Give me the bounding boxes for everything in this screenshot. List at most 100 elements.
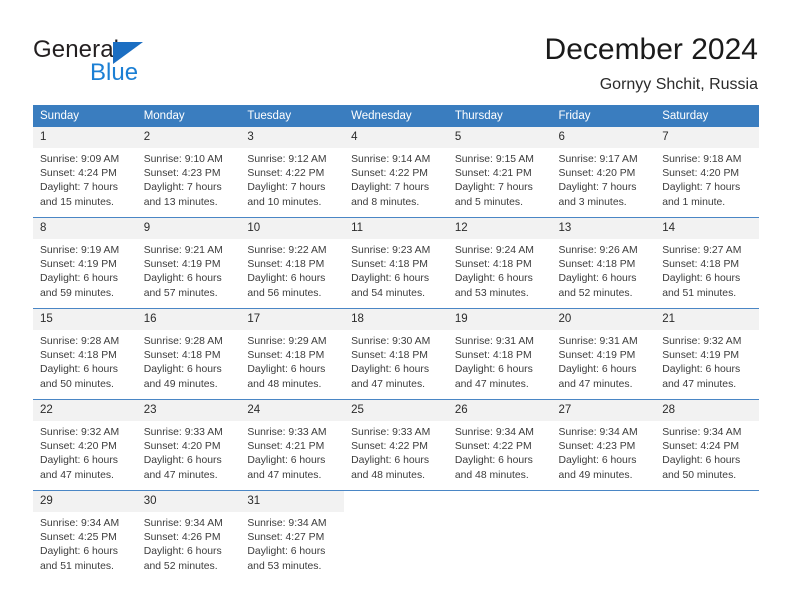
calendar-day-cell[interactable]: 30 Sunrise: 9:34 AM Sunset: 4:26 PM Dayligh… — [136, 490, 241, 581]
sunset-text: Sunset: 4:19 PM — [40, 259, 117, 271]
weekday-header-tuesday: Tuesday — [240, 105, 345, 127]
daylight-text: Daylight: 6 hours — [558, 273, 637, 285]
daylight-text-cont: and 48 minutes. — [351, 469, 426, 481]
day-cell-inner: 20 Sunrise: 9:31 AM Sunset: 4:19 PM Dayligh… — [551, 309, 656, 399]
page-subtitle-location: Gornyy Shchit, Russia — [599, 76, 758, 93]
day-cell-inner: 30 Sunrise: 9:34 AM Sunset: 4:26 PM Dayligh… — [136, 491, 241, 581]
day-details: Sunrise: 9:33 AM Sunset: 4:21 PM Daylight:… — [240, 421, 344, 483]
calendar-week-row: 15 Sunrise: 9:28 AM Sunset: 4:18 PM Dayligh… — [33, 308, 759, 400]
calendar-day-cell[interactable]: 1 Sunrise: 9:09 AM Sunset: 4:24 PM Daylight… — [33, 127, 137, 218]
calendar-day-cell[interactable]: 16 Sunrise: 9:28 AM Sunset: 4:18 PM Dayligh… — [136, 308, 241, 400]
calendar-day-cell[interactable]: 28 Sunrise: 9:34 AM Sunset: 4:24 PM Dayligh… — [655, 399, 759, 491]
calendar-day-cell[interactable]: 5 Sunrise: 9:15 AM Sunset: 4:21 PM Daylight… — [447, 127, 552, 218]
day-number: 7 — [655, 127, 759, 148]
calendar-day-cell[interactable]: 14 Sunrise: 9:27 AM Sunset: 4:18 PM Dayligh… — [655, 217, 759, 309]
sunset-text: Sunset: 4:22 PM — [351, 168, 428, 180]
day-details: Sunrise: 9:34 AM Sunset: 4:25 PM Daylight:… — [33, 512, 137, 574]
daylight-text-cont: and 47 minutes. — [662, 378, 737, 390]
day-cell-inner — [655, 491, 759, 581]
calendar-day-cell[interactable]: 10 Sunrise: 9:22 AM Sunset: 4:18 PM Dayligh… — [240, 217, 345, 309]
generalblue-logo[interactable]: General Blue — [33, 36, 213, 92]
day-cell-inner — [552, 491, 656, 581]
sunrise-text: Sunrise: 9:34 AM — [558, 427, 638, 438]
day-number: 17 — [240, 309, 345, 330]
daylight-text: Daylight: 6 hours — [247, 546, 326, 558]
day-cell-inner: 12 Sunrise: 9:24 AM Sunset: 4:18 PM Dayligh… — [447, 218, 552, 308]
calendar-day-cell[interactable]: 27 Sunrise: 9:34 AM Sunset: 4:23 PM Dayligh… — [551, 399, 656, 491]
sunset-text: Sunset: 4:18 PM — [662, 259, 740, 271]
daylight-text: Daylight: 7 hours — [351, 182, 430, 194]
sunrise-text: Sunrise: 9:14 AM — [351, 154, 431, 165]
calendar-day-cell[interactable]: 18 Sunrise: 9:30 AM Sunset: 4:18 PM Dayligh… — [344, 308, 448, 400]
calendar-day-cell[interactable]: 9 Sunrise: 9:21 AM Sunset: 4:19 PM Daylight… — [136, 217, 241, 309]
calendar-day-cell[interactable]: 24 Sunrise: 9:33 AM Sunset: 4:21 PM Dayligh… — [240, 399, 345, 491]
calendar-day-cell-empty — [655, 490, 759, 581]
daylight-text: Daylight: 7 hours — [40, 182, 118, 194]
day-details: Sunrise: 9:31 AM Sunset: 4:19 PM Daylight:… — [552, 330, 656, 392]
day-number: 6 — [551, 127, 656, 148]
sunset-text: Sunset: 4:22 PM — [351, 441, 428, 453]
calendar-day-cell[interactable]: 31 Sunrise: 9:34 AM Sunset: 4:27 PM Dayligh… — [240, 490, 345, 581]
calendar-day-cell[interactable]: 20 Sunrise: 9:31 AM Sunset: 4:19 PM Dayligh… — [551, 308, 656, 400]
sunset-text: Sunset: 4:19 PM — [558, 350, 636, 362]
day-details: Sunrise: 9:28 AM Sunset: 4:18 PM Daylight:… — [33, 330, 137, 392]
daylight-text-cont: and 47 minutes. — [143, 469, 218, 481]
calendar-day-cell[interactable]: 13 Sunrise: 9:26 AM Sunset: 4:18 PM Dayligh… — [551, 217, 656, 309]
calendar-day-cell[interactable]: 3 Sunrise: 9:12 AM Sunset: 4:22 PM Daylight… — [240, 127, 345, 218]
sunrise-text: Sunrise: 9:17 AM — [558, 154, 638, 165]
daylight-text-cont: and 48 minutes. — [247, 378, 322, 390]
sunrise-text: Sunrise: 9:27 AM — [662, 245, 742, 256]
day-number: 22 — [33, 400, 137, 421]
day-cell-inner — [344, 491, 448, 581]
day-number: 23 — [136, 400, 241, 421]
day-details: Sunrise: 9:10 AM Sunset: 4:23 PM Daylight:… — [137, 148, 241, 210]
calendar-day-cell[interactable]: 26 Sunrise: 9:34 AM Sunset: 4:22 PM Dayligh… — [447, 399, 552, 491]
daylight-text-cont: and 49 minutes. — [558, 469, 633, 481]
calendar-day-cell[interactable]: 7 Sunrise: 9:18 AM Sunset: 4:20 PM Daylight… — [655, 127, 759, 218]
daylight-text-cont: and 51 minutes. — [40, 560, 114, 572]
calendar-day-cell[interactable]: 22 Sunrise: 9:32 AM Sunset: 4:20 PM Dayligh… — [33, 399, 137, 491]
day-details: Sunrise: 9:12 AM Sunset: 4:22 PM Daylight:… — [240, 148, 344, 210]
weekday-header-thursday: Thursday — [447, 105, 552, 127]
calendar-day-cell[interactable]: 21 Sunrise: 9:32 AM Sunset: 4:19 PM Dayligh… — [655, 308, 759, 400]
day-details — [552, 512, 656, 517]
day-cell-inner: 23 Sunrise: 9:33 AM Sunset: 4:20 PM Dayligh… — [136, 400, 241, 490]
page-title: December 2024 — [544, 33, 758, 66]
sunset-text: Sunset: 4:18 PM — [351, 350, 428, 362]
calendar-day-cell[interactable]: 11 Sunrise: 9:23 AM Sunset: 4:18 PM Dayligh… — [344, 217, 448, 309]
daylight-text: Daylight: 6 hours — [247, 455, 326, 467]
day-details — [344, 512, 448, 517]
daylight-text: Daylight: 6 hours — [454, 273, 533, 285]
calendar-day-cell[interactable]: 8 Sunrise: 9:19 AM Sunset: 4:19 PM Daylight… — [33, 217, 137, 309]
calendar-day-cell[interactable]: 23 Sunrise: 9:33 AM Sunset: 4:20 PM Dayligh… — [136, 399, 241, 491]
day-cell-inner: 25 Sunrise: 9:33 AM Sunset: 4:22 PM Dayligh… — [344, 400, 448, 490]
day-details: Sunrise: 9:23 AM Sunset: 4:18 PM Daylight:… — [344, 239, 448, 301]
day-cell-inner: 4 Sunrise: 9:14 AM Sunset: 4:22 PM Daylight… — [344, 127, 448, 217]
calendar-day-cell[interactable]: 2 Sunrise: 9:10 AM Sunset: 4:23 PM Daylight… — [136, 127, 241, 218]
calendar-day-cell[interactable]: 19 Sunrise: 9:31 AM Sunset: 4:18 PM Dayligh… — [447, 308, 552, 400]
sunrise-text: Sunrise: 9:28 AM — [143, 336, 223, 347]
calendar-day-cell[interactable]: 15 Sunrise: 9:28 AM Sunset: 4:18 PM Dayligh… — [33, 308, 137, 400]
daylight-text-cont: and 50 minutes. — [40, 378, 114, 390]
calendar-table: Sunday Monday Tuesday Wednesday Thursday Frid… — [33, 105, 759, 581]
calendar-week-row: 1 Sunrise: 9:09 AM Sunset: 4:24 PM Daylight… — [33, 127, 759, 218]
daylight-text-cont: and 54 minutes. — [351, 287, 426, 299]
calendar-day-cell[interactable]: 4 Sunrise: 9:14 AM Sunset: 4:22 PM Daylight… — [344, 127, 448, 218]
calendar-day-cell[interactable]: 12 Sunrise: 9:24 AM Sunset: 4:18 PM Dayligh… — [447, 217, 552, 309]
sunset-text: Sunset: 4:18 PM — [351, 259, 428, 271]
day-cell-inner: 14 Sunrise: 9:27 AM Sunset: 4:18 PM Dayligh… — [655, 218, 759, 308]
calendar-day-cell[interactable]: 25 Sunrise: 9:33 AM Sunset: 4:22 PM Dayligh… — [344, 399, 448, 491]
sunset-text: Sunset: 4:27 PM — [247, 532, 325, 544]
calendar-day-cell[interactable]: 29 Sunrise: 9:34 AM Sunset: 4:25 PM Dayligh… — [33, 490, 137, 581]
day-number: 31 — [240, 491, 345, 512]
sunrise-text: Sunrise: 9:26 AM — [558, 245, 638, 256]
day-cell-inner: 3 Sunrise: 9:12 AM Sunset: 4:22 PM Daylight… — [240, 127, 345, 217]
calendar-day-cell[interactable]: 6 Sunrise: 9:17 AM Sunset: 4:20 PM Daylight… — [551, 127, 656, 218]
day-number: 26 — [447, 400, 552, 421]
sunset-text: Sunset: 4:21 PM — [247, 441, 325, 453]
calendar-day-cell[interactable]: 17 Sunrise: 9:29 AM Sunset: 4:18 PM Dayligh… — [240, 308, 345, 400]
day-cell-inner: 19 Sunrise: 9:31 AM Sunset: 4:18 PM Dayligh… — [447, 309, 552, 399]
sunrise-text: Sunrise: 9:12 AM — [247, 154, 327, 165]
daylight-text: Daylight: 7 hours — [247, 182, 326, 194]
sunset-text: Sunset: 4:18 PM — [247, 259, 325, 271]
